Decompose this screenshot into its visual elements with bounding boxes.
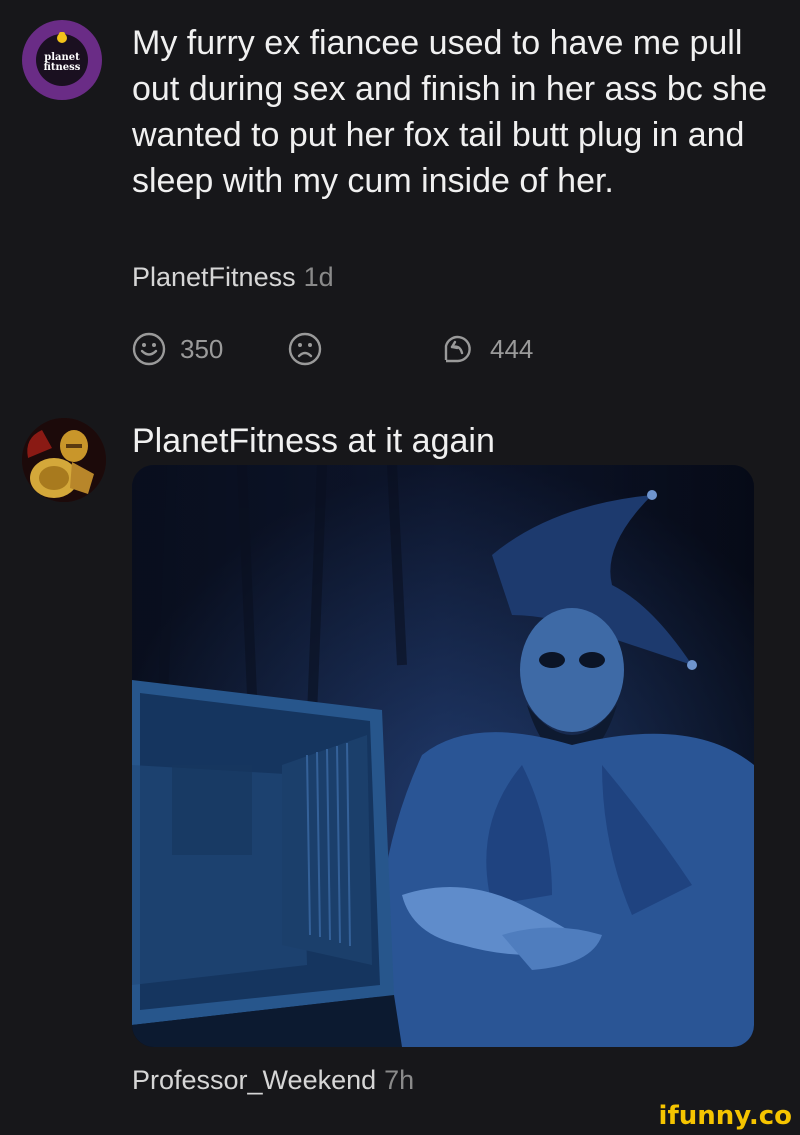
post-body: My furry ex fiancee used to have me pull… bbox=[132, 24, 768, 200]
reply-button[interactable]: 444 bbox=[440, 332, 533, 366]
post-meta: Professor_Weekend 7h bbox=[132, 1065, 414, 1096]
smile-face-icon bbox=[132, 332, 166, 366]
knight-figure-icon bbox=[22, 418, 106, 502]
frown-face-icon bbox=[288, 332, 322, 366]
post-time: 1d bbox=[303, 262, 334, 292]
knight-avatar[interactable] bbox=[22, 418, 106, 502]
author-name[interactable]: PlanetFitness bbox=[132, 262, 296, 292]
jester-at-monitor-picture bbox=[132, 465, 754, 1047]
author-name[interactable]: Professor_Weekend bbox=[132, 1065, 376, 1095]
avatar-logo-text: planet fitness bbox=[43, 52, 81, 73]
jester-computer-image[interactable] bbox=[132, 465, 754, 1047]
reply-count: 444 bbox=[490, 333, 534, 364]
smile-button[interactable]: 350 bbox=[132, 332, 223, 366]
post-meta: PlanetFitness 1d bbox=[132, 262, 334, 293]
reply-arrow-icon bbox=[444, 335, 471, 363]
post-time: 7h bbox=[384, 1065, 415, 1095]
smile-count: 350 bbox=[180, 333, 224, 364]
ifunny-watermark: ifunny.co bbox=[658, 1101, 792, 1131]
frown-button[interactable] bbox=[288, 332, 322, 366]
planet-fitness-avatar[interactable]: planet fitness bbox=[22, 20, 102, 100]
post-title: PlanetFitness at it again bbox=[132, 422, 495, 460]
